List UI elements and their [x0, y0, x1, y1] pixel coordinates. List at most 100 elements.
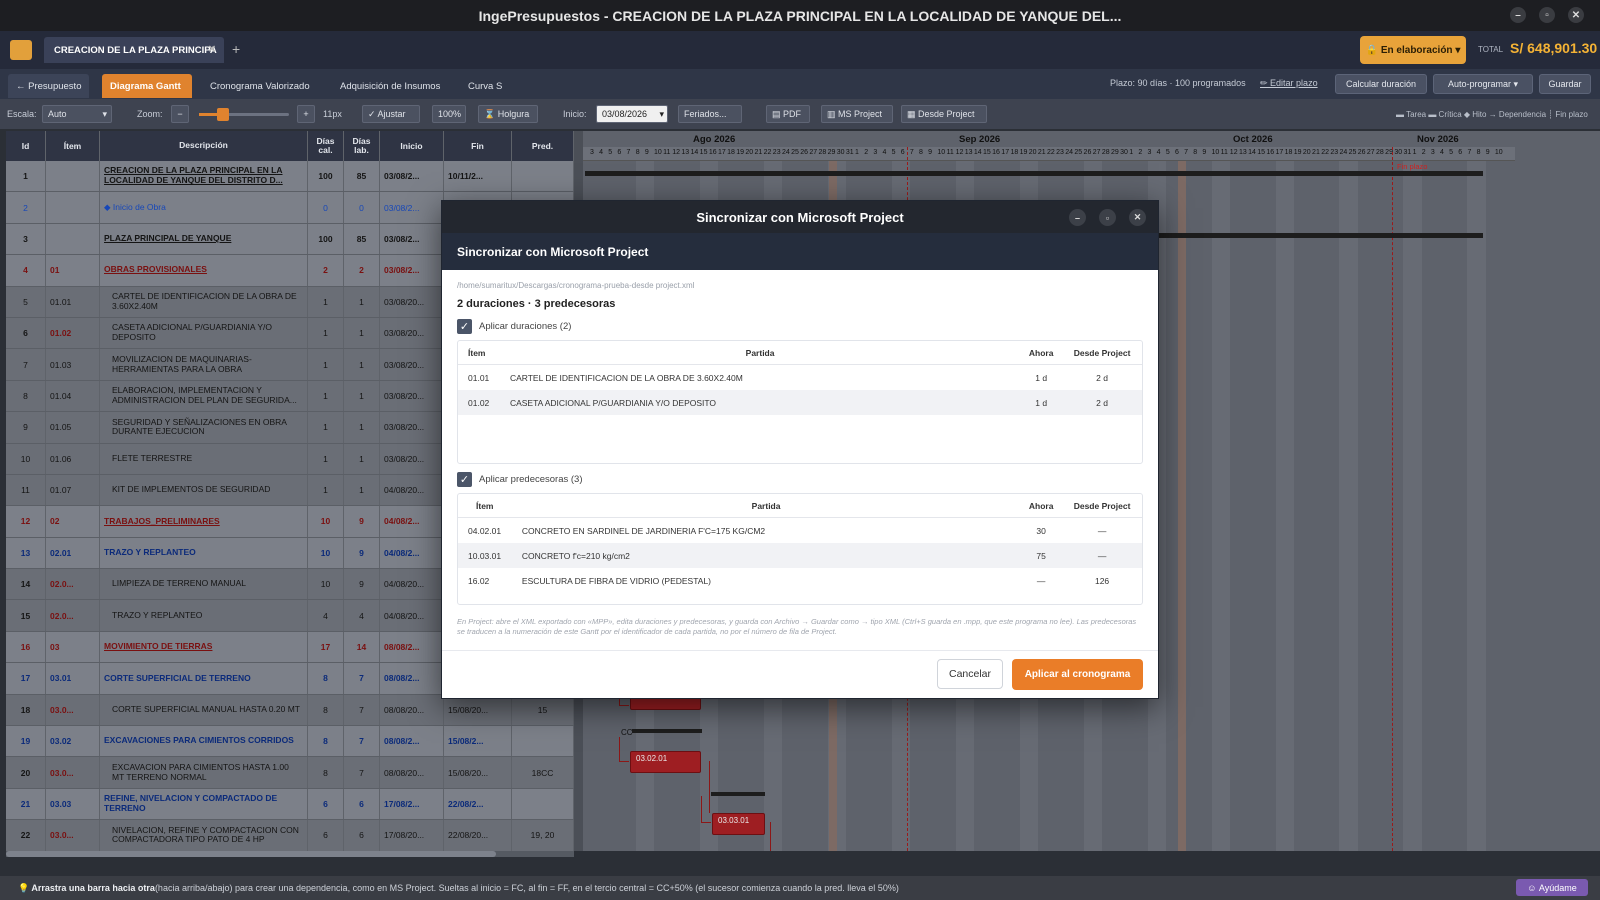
cell-id: 2	[6, 192, 46, 223]
day-tick: 16	[992, 149, 1000, 156]
cell-fin: 22/08/20...	[444, 820, 512, 851]
summary-bar-0302[interactable]	[632, 729, 702, 733]
day-tick: 21	[1312, 149, 1320, 156]
col-work-days-header[interactable]: Días lab.	[344, 131, 380, 161]
cell-dc: 10	[308, 537, 344, 569]
apply-durations-checkbox[interactable]: ✓ Aplicar duraciones (2)	[457, 319, 1143, 334]
zoom-slider[interactable]	[199, 108, 289, 121]
table-row[interactable]: 1 CREACION DE LA PLAZA PRINCIPAL EN LA LO…	[6, 161, 574, 193]
weekend-column	[1339, 161, 1358, 851]
table-row[interactable]: 04.02.01 CONCRETO EN SARDINEL DE JARDINER…	[458, 518, 1142, 543]
cell-id: 6	[6, 317, 46, 349]
col-pred-header[interactable]: Pred.	[512, 131, 574, 161]
col-end-header[interactable]: Fin	[444, 131, 512, 161]
col-id-header[interactable]: Id	[6, 131, 46, 161]
fit-button[interactable]: ✓ Ajustar	[362, 105, 420, 123]
day-tick: 16	[1266, 149, 1275, 156]
calc-duration-button[interactable]: Calcular duración	[1335, 74, 1427, 94]
dialog-minimize-icon[interactable]: –	[1069, 209, 1086, 226]
cell-desc: ELABORACION, IMPLEMENTACION Y ADMINISTRA…	[100, 380, 308, 412]
day-tick: 13	[1238, 149, 1247, 156]
predecessors-table-body: 04.02.01 CONCRETO EN SARDINEL DE JARDINER…	[458, 518, 1142, 593]
apply-to-schedule-button[interactable]: Aplicar al cronograma	[1012, 659, 1143, 690]
escala-select[interactable]: Auto ▾	[42, 105, 112, 123]
cell-partida: ESCULTURA DE FIBRA DE VIDRIO (PEDESTAL)	[521, 575, 712, 586]
deadline-line	[1392, 147, 1393, 851]
table-row[interactable]: 01.01 CARTEL DE IDENTIFICACION DE LA OBRA…	[458, 365, 1142, 390]
day-tick: 6	[1174, 149, 1179, 156]
tab-cronograma-valorizado[interactable]: Cronograma Valorizado	[202, 74, 318, 98]
cell-dc: 0	[308, 192, 344, 223]
minimize-icon[interactable]: –	[1510, 7, 1526, 23]
document-tab[interactable]: CREACION DE LA PLAZA PRINCIPA ✕	[44, 37, 224, 63]
zoom-slider-thumb[interactable]	[217, 108, 229, 121]
day-tick: 11	[946, 149, 954, 156]
cell-dc: 10	[308, 569, 344, 600]
day-tick: 7	[1467, 149, 1472, 156]
status-dropdown[interactable]: 🔒 En elaboración ▾	[1360, 36, 1466, 64]
help-button[interactable]: ☺ Ayúdame	[1516, 879, 1588, 896]
zoom-percent-button[interactable]: 100%	[432, 105, 466, 123]
cell-desde: —	[1097, 550, 1107, 561]
col-start-header[interactable]: Inicio	[380, 131, 444, 161]
summary-bar-0303[interactable]	[711, 792, 765, 796]
dialog-close-icon[interactable]: ✕	[1129, 209, 1146, 226]
tab-curva-s[interactable]: Curva S	[460, 74, 510, 98]
dialog-maximize-icon[interactable]: ▫	[1099, 209, 1116, 226]
grid-horizontal-scrollbar[interactable]	[6, 851, 574, 857]
scrollbar-thumb[interactable]	[6, 851, 496, 857]
day-tick: 26	[1357, 149, 1366, 156]
cell-pred: 19, 20	[512, 820, 574, 851]
table-row[interactable]: 19 03.02 EXCAVACIONES PARA CIMIENTOS CORRI…	[6, 726, 574, 758]
cell-desc: TRAZO Y REPLANTEO	[100, 537, 308, 569]
pdf-button[interactable]: ▤ PDF	[766, 105, 810, 123]
import-from-project-button[interactable]: ▦ Desde Project	[901, 105, 987, 123]
table-row[interactable]: 20 03.0... EXCAVACION PARA CIMIENTOS HASTA…	[6, 757, 574, 789]
day-tick: 12	[955, 149, 964, 156]
cell-fin: 15/08/20...	[444, 694, 512, 726]
th-desde: Desde Project	[1073, 347, 1131, 358]
table-row[interactable]: 01.02 CASETA ADICIONAL P/GUARDIANIA Y/O D…	[458, 390, 1142, 415]
cell-id: 15	[6, 600, 46, 631]
table-row[interactable]: 10.03.01 CONCRETO f'c=210 kg/cm2 75 —	[458, 543, 1142, 568]
col-desc-header[interactable]: Descripción	[100, 131, 308, 161]
summary-bar-project[interactable]	[585, 171, 1483, 176]
zoom-in-button[interactable]: +	[297, 105, 315, 123]
col-item-header[interactable]: Ítem	[46, 131, 100, 161]
day-tick: 4	[599, 149, 604, 156]
close-tab-icon[interactable]: ✕	[208, 44, 216, 55]
apply-predecessors-checkbox[interactable]: ✓ Aplicar predecesoras (3)	[457, 472, 1143, 487]
maximize-icon[interactable]: ▫	[1539, 7, 1555, 23]
auto-schedule-button[interactable]: Auto-programar ▾	[1433, 74, 1533, 94]
close-icon[interactable]: ✕	[1568, 7, 1584, 23]
table-row[interactable]: 16.02 ESCULTURA DE FIBRA DE VIDRIO (PEDES…	[458, 568, 1142, 593]
cancel-button[interactable]: Cancelar	[937, 659, 1003, 689]
day-tick: 8	[919, 149, 923, 156]
add-tab-icon[interactable]: +	[232, 41, 240, 57]
total-label: TOTAL	[1478, 45, 1504, 54]
zoom-out-button[interactable]: −	[171, 105, 189, 123]
holgura-button[interactable]: ⌛ Holgura	[478, 105, 538, 123]
task-bar[interactable]: 03.03.01	[712, 813, 765, 835]
export-msproject-button[interactable]: ▥ MS Project	[821, 105, 893, 123]
save-button[interactable]: Guardar	[1539, 74, 1591, 94]
holidays-button[interactable]: Feriados...	[678, 105, 742, 123]
th-partida: Partida	[751, 500, 781, 511]
start-date-input[interactable]: 03/08/2026 ▾	[596, 105, 668, 123]
day-tick: 23	[1330, 149, 1339, 156]
tab-adquisicion-insumos[interactable]: Adquisición de Insumos	[332, 74, 448, 98]
day-tick: 8	[1476, 149, 1481, 156]
cell-id: 16	[6, 631, 46, 663]
table-row[interactable]: 18 03.0... CORTE SUPERFICIAL MANUAL HASTA …	[6, 694, 574, 727]
col-calendar-days-header[interactable]: Días cal.	[308, 131, 344, 161]
total-value: S/ 648,901.30	[1510, 40, 1598, 56]
cell-item: 03.0...	[46, 820, 100, 851]
task-bar[interactable]: 03.02.01	[630, 751, 701, 773]
tab-gantt[interactable]: Diagrama Gantt	[102, 74, 192, 98]
edit-plazo-link[interactable]: ✏ Editar plazo	[1260, 78, 1318, 89]
back-to-budget-button[interactable]: ← Presupuesto	[8, 74, 90, 98]
cell-ini: 03/08/20...	[380, 443, 444, 474]
table-row[interactable]: 22 03.0... NIVELACION, REFINE Y COMPACTACI…	[6, 820, 574, 851]
table-row[interactable]: 21 03.03 REFINE, NIVELACION Y COMPACTADO D…	[6, 788, 574, 821]
cell-ini: 04/08/20...	[380, 569, 444, 600]
